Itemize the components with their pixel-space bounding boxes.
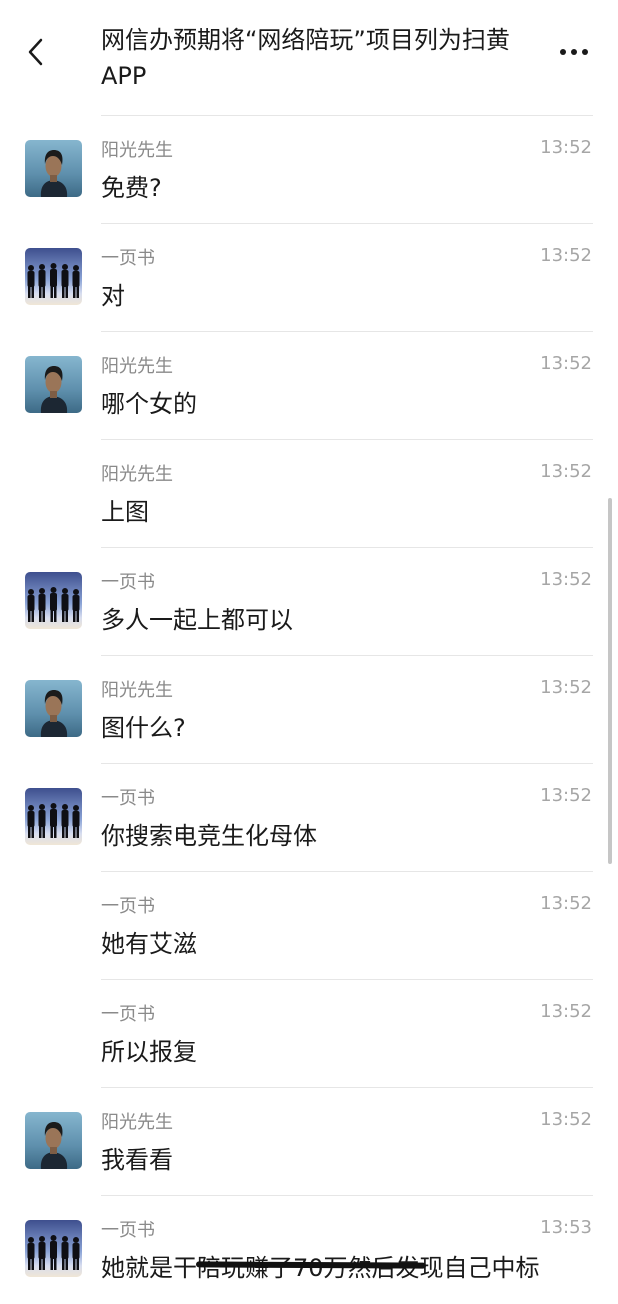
avatar[interactable] [25,788,82,845]
message-text: 我看看 [101,1146,173,1174]
message-item[interactable]: 阳光先生 13:52 我看看 [0,1088,618,1196]
message-item[interactable]: 一页书 13:52 所以报复 [0,980,618,1088]
chat-header: 网信办预期将“网络陪玩”项目列为扫黄APP [0,0,618,116]
message-time: 13:52 [540,677,592,698]
message-text: 所以报复 [101,1038,197,1066]
message-text: 你搜索电竞生化母体 [101,822,317,850]
message-time: 13:52 [540,245,592,266]
message-time: 13:52 [540,785,592,806]
message-time: 13:53 [540,1217,592,1238]
message-text: 免费? [101,174,162,202]
redaction-strikethrough [195,1261,427,1269]
message-time: 13:52 [540,461,592,482]
message-item[interactable]: 一页书 13:52 多人一起上都可以 [0,548,618,656]
avatar[interactable] [25,248,82,305]
message-text: 她有艾滋 [101,930,197,958]
message-item[interactable]: 阳光先生 13:52 哪个女的 [0,332,618,440]
message-list: 阳光先生 13:52 免费? 一页书 13:52 对 阳光先生 13:52 哪个… [0,116,618,1304]
avatar[interactable] [25,1220,82,1277]
chevron-left-icon[interactable] [22,32,52,72]
avatar[interactable] [25,140,82,197]
message-text: 图什么? [101,714,186,742]
sender-name: 一页书 [101,248,155,269]
sender-name: 阳光先生 [101,1112,173,1133]
message-item[interactable]: 一页书 13:53 她就是干陪玩赚了70万然后发现自己中标 [0,1196,618,1304]
scrollbar[interactable] [608,498,612,864]
more-horizontal-icon[interactable] [555,30,595,70]
message-text: 多人一起上都可以 [101,606,293,634]
avatar[interactable] [25,680,82,737]
sender-name: 一页书 [101,1004,155,1025]
avatar[interactable] [25,572,82,629]
message-item[interactable]: 一页书 13:52 你搜索电竞生化母体 [0,764,618,872]
message-text: 对 [101,282,125,310]
message-time: 13:52 [540,353,592,374]
sender-name: 阳光先生 [101,464,173,485]
message-time: 13:52 [540,1001,592,1022]
message-item[interactable]: 一页书 13:52 对 [0,224,618,332]
message-item[interactable]: 阳光先生 13:52 免费? [0,116,618,224]
message-item[interactable]: 一页书 13:52 她有艾滋 [0,872,618,980]
sender-name: 一页书 [101,788,155,809]
sender-name: 一页书 [101,572,155,593]
avatar[interactable] [25,356,82,413]
sender-name: 阳光先生 [101,680,173,701]
message-text: 上图 [101,498,149,526]
message-text: 哪个女的 [101,390,197,418]
message-item[interactable]: 阳光先生 13:52 图什么? [0,656,618,764]
message-item[interactable]: 阳光先生 13:52 上图 [0,440,618,548]
avatar[interactable] [25,1112,82,1169]
message-time: 13:52 [540,569,592,590]
sender-name: 一页书 [101,896,155,917]
sender-name: 阳光先生 [101,140,173,161]
message-time: 13:52 [540,1109,592,1130]
sender-name: 一页书 [101,1220,155,1241]
message-time: 13:52 [540,137,592,158]
page-title: 网信办预期将“网络陪玩”项目列为扫黄APP [101,26,510,90]
message-time: 13:52 [540,893,592,914]
sender-name: 阳光先生 [101,356,173,377]
